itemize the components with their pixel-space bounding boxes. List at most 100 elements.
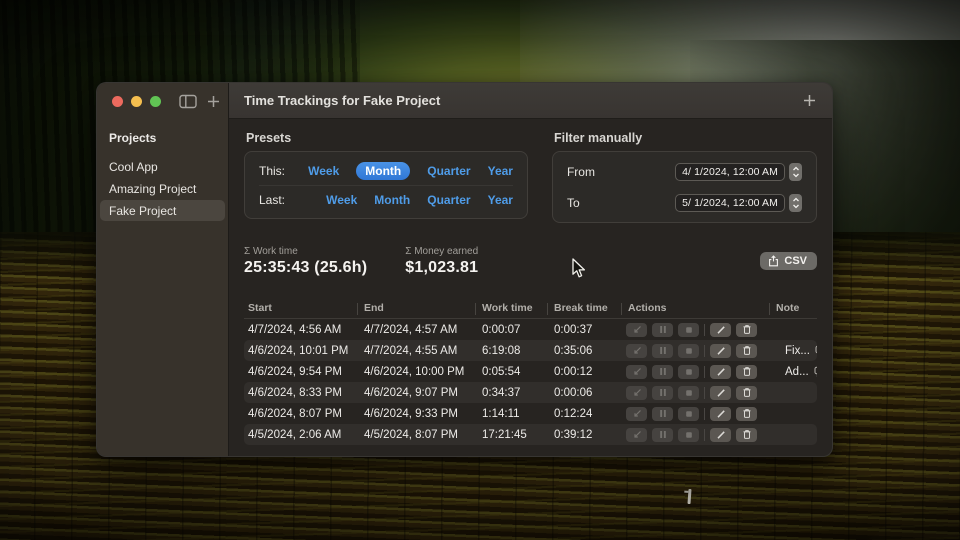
- last-year-button[interactable]: Year: [488, 193, 513, 207]
- close-window-button[interactable]: [112, 95, 123, 107]
- new-project-plus-icon[interactable]: [207, 95, 220, 108]
- delete-button[interactable]: [736, 343, 757, 358]
- delete-button[interactable]: [736, 364, 757, 379]
- zoom-window-button[interactable]: [150, 95, 161, 107]
- cell-end: 4/7/2024, 4:57 AM: [364, 323, 458, 336]
- col-end[interactable]: End: [357, 302, 478, 315]
- export-csv-button[interactable]: CSV: [760, 252, 817, 270]
- edit-button[interactable]: [710, 427, 731, 442]
- add-time-entry-button[interactable]: [798, 90, 820, 112]
- filter-to-row: To 5/ 1/2024, 12:00 AM: [567, 187, 802, 218]
- app-window: Projects Cool App Amazing Project Fake P…: [96, 82, 833, 457]
- this-year-button[interactable]: Year: [488, 164, 513, 178]
- col-start[interactable]: Start: [244, 302, 360, 314]
- col-note[interactable]: Note: [769, 302, 817, 315]
- last-week-button[interactable]: Week: [326, 193, 357, 207]
- to-label: To: [566, 195, 580, 210]
- pause-button[interactable]: [652, 322, 673, 337]
- resume-button[interactable]: [626, 427, 647, 442]
- main-pane: Time Trackings for Fake Project Presets …: [229, 83, 832, 456]
- to-date-stepper[interactable]: [789, 193, 802, 212]
- table-row[interactable]: 4/6/2024, 8:33 PM 4/6/2024, 9:07 PM 0:34…: [244, 382, 817, 403]
- stop-button[interactable]: [678, 427, 699, 442]
- to-date-input[interactable]: 5/ 1/2024, 12:00 AM: [675, 193, 785, 212]
- pause-button[interactable]: [652, 385, 673, 400]
- last-month-button[interactable]: Month: [374, 193, 410, 207]
- table-row[interactable]: 4/6/2024, 9:54 PM 4/6/2024, 10:00 PM 0:0…: [244, 361, 817, 382]
- table-header: Start End Work time Break time Actions N…: [244, 299, 817, 319]
- actions-divider: [704, 386, 705, 399]
- resume-button[interactable]: [626, 406, 647, 421]
- this-quarter-button[interactable]: Quarter: [427, 164, 470, 178]
- table-row[interactable]: 4/5/2024, 2:06 AM 4/5/2024, 8:07 PM 17:2…: [244, 424, 817, 445]
- work-time-stat: Σ Work time 25:35:43 (25.6h): [244, 246, 367, 277]
- cell-actions: [624, 322, 772, 337]
- cell-end: 4/5/2024, 8:07 PM: [364, 428, 458, 441]
- col-break-time[interactable]: Break time: [547, 302, 624, 315]
- resume-button[interactable]: [626, 343, 647, 358]
- note-text: Ad...: [785, 365, 809, 378]
- table-row[interactable]: 4/6/2024, 10:01 PM 4/7/2024, 4:55 AM 6:1…: [244, 340, 817, 361]
- sidebar-item-amazing-project[interactable]: Amazing Project: [100, 178, 225, 199]
- cell-start: 4/6/2024, 8:07 PM: [248, 407, 342, 420]
- cell-end: 4/6/2024, 9:33 PM: [364, 407, 458, 420]
- from-date-input[interactable]: 4/ 1/2024, 12:00 AM: [675, 162, 785, 181]
- edit-button[interactable]: [710, 364, 731, 379]
- cell-start: 4/6/2024, 9:54 PM: [248, 365, 342, 378]
- delete-button[interactable]: [736, 406, 757, 421]
- table-row[interactable]: 4/7/2024, 4:56 AM 4/7/2024, 4:57 AM 0:00…: [244, 319, 817, 340]
- presets-box: This: Week Month Quarter Year Last: Week…: [244, 151, 528, 219]
- last-quarter-button[interactable]: Quarter: [427, 193, 470, 207]
- stop-button[interactable]: [678, 322, 699, 337]
- resume-button[interactable]: [626, 385, 647, 400]
- delete-button[interactable]: [736, 385, 757, 400]
- sidebar-item-cool-app[interactable]: Cool App: [100, 156, 225, 177]
- stop-button[interactable]: [678, 364, 699, 379]
- presets-this-row: This: Week Month Quarter Year: [259, 156, 513, 185]
- this-week-button[interactable]: Week: [308, 164, 339, 178]
- edit-button[interactable]: [710, 385, 731, 400]
- work-time-label: Σ Work time: [244, 246, 298, 257]
- comment-bubble-icon[interactable]: [815, 345, 817, 356]
- sidebar-item-fake-project[interactable]: Fake Project: [100, 200, 225, 221]
- col-work-time[interactable]: Work time: [475, 302, 550, 315]
- actions-divider: [704, 344, 705, 357]
- edit-button[interactable]: [710, 406, 731, 421]
- mouse-cursor: [572, 258, 587, 279]
- pause-button[interactable]: [652, 427, 673, 442]
- stop-button[interactable]: [678, 343, 699, 358]
- this-month-button[interactable]: Month: [356, 161, 411, 180]
- cell-actions: [624, 364, 772, 379]
- cell-actions: [624, 406, 772, 421]
- cell-start: 4/5/2024, 2:06 AM: [248, 428, 342, 441]
- stop-button[interactable]: [678, 385, 699, 400]
- pause-button[interactable]: [652, 364, 673, 379]
- delete-button[interactable]: [736, 427, 757, 442]
- filter-box: From 4/ 1/2024, 12:00 AM To 5/ 1/2024, 1…: [551, 151, 817, 223]
- resume-button[interactable]: [626, 322, 647, 337]
- comment-bubble-icon[interactable]: [814, 366, 817, 377]
- content: Presets This: Week Month Quarter Year La…: [229, 119, 832, 456]
- minimize-window-button[interactable]: [131, 95, 142, 107]
- resume-button[interactable]: [626, 364, 647, 379]
- pause-button[interactable]: [652, 406, 673, 421]
- stop-button[interactable]: [678, 406, 699, 421]
- delete-button[interactable]: [736, 322, 757, 337]
- money-earned-label: Σ Money earned: [405, 246, 479, 257]
- cell-work-time: 0:00:07: [482, 323, 521, 336]
- from-date-stepper[interactable]: [789, 162, 802, 181]
- money-earned-value: $1,023.81: [405, 259, 479, 276]
- csv-button-label: CSV: [784, 255, 807, 267]
- edit-button[interactable]: [710, 322, 731, 337]
- edit-button[interactable]: [710, 343, 731, 358]
- cell-break-time: 0:39:12: [554, 428, 593, 441]
- col-actions[interactable]: Actions: [621, 302, 772, 315]
- filter-header: Filter manually: [553, 131, 643, 145]
- sidebar-toggle-icon[interactable]: [179, 94, 197, 109]
- project-list: Cool App Amazing Project Fake Project: [97, 156, 228, 222]
- presets-header: Presets: [246, 131, 292, 145]
- cell-break-time: 0:12:24: [554, 407, 593, 420]
- table-row[interactable]: 4/6/2024, 8:07 PM 4/6/2024, 9:33 PM 1:14…: [244, 403, 817, 424]
- cell-work-time: 0:05:54: [482, 365, 521, 378]
- pause-button[interactable]: [652, 343, 673, 358]
